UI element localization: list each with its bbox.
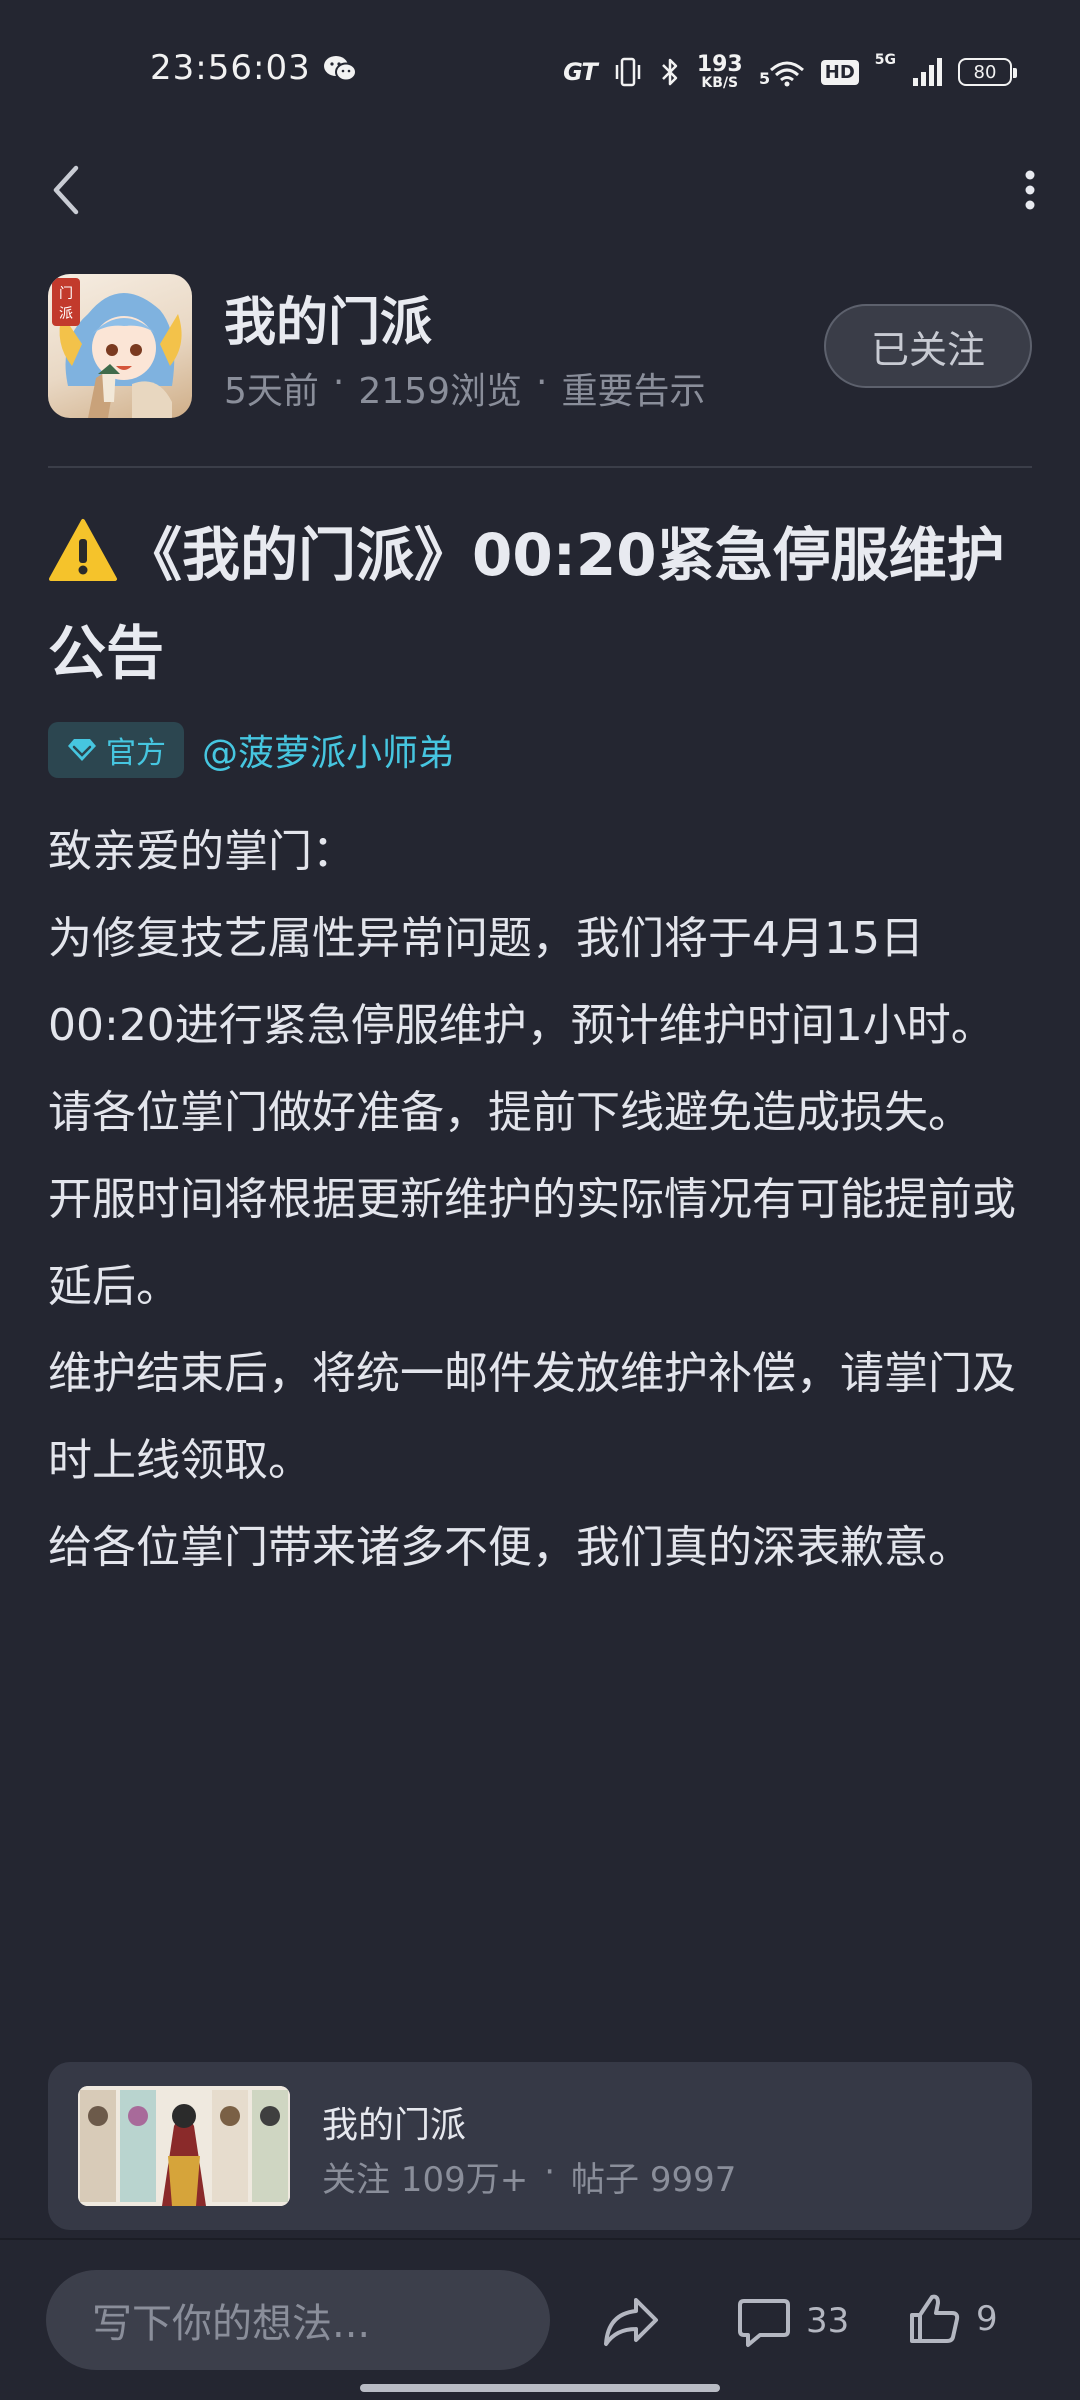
- post-time: 5天前: [224, 371, 319, 412]
- meta-separator: ·: [535, 362, 548, 403]
- body-paragraph: 开服时间将根据更新维护的实际情况有可能提前或延后。: [48, 1174, 1016, 1312]
- community-thumbnail: [78, 2086, 290, 2206]
- network-speed: 193 KB/S: [696, 52, 743, 91]
- gt-mode-label: GT: [563, 58, 598, 86]
- back-button[interactable]: [40, 160, 90, 220]
- more-button[interactable]: [1010, 160, 1050, 220]
- stats-separator: ·: [544, 2152, 556, 2192]
- share-button[interactable]: [600, 2290, 662, 2352]
- more-vertical-icon: [1025, 170, 1035, 210]
- status-time: 23:56:03: [150, 48, 311, 88]
- comment-count: 33: [806, 2301, 850, 2341]
- comment-icon: [738, 2299, 790, 2347]
- comment-input[interactable]: 写下你的想法...: [46, 2270, 550, 2370]
- warning-icon: [49, 519, 117, 581]
- post-title-text: 《我的门派》00:20紧急停服维护公告: [48, 521, 1005, 687]
- svg-text:5: 5: [759, 69, 770, 88]
- official-badge: 官方: [48, 722, 184, 778]
- svg-text:派: 派: [59, 306, 73, 322]
- diamond-icon: [68, 739, 96, 761]
- body-paragraph: 为修复技艺属性异常问题，我们将于4月15日00:20进行紧急停服维护，预计维护时…: [48, 913, 995, 1051]
- signal-icon: [913, 58, 942, 86]
- like-icon: [910, 2294, 960, 2343]
- svg-text:门: 门: [59, 286, 73, 302]
- post-title: 《我的门派》00:20紧急停服维护公告: [48, 506, 1032, 702]
- wifi-icon: 5: [759, 61, 804, 88]
- bottom-bar-divider: [0, 2238, 1080, 2240]
- screen: 23:56:03 GT 193 KB/S 5 HD 5G 80 门 派 我的门派…: [0, 0, 1080, 2400]
- community-stats: 关注 109万+ · 帖子 9997: [322, 2152, 736, 2201]
- view-count: 2159浏览: [358, 371, 522, 412]
- network-type: 5G: [874, 52, 896, 68]
- like-button[interactable]: 9: [906, 2284, 998, 2354]
- home-indicator[interactable]: [360, 2384, 720, 2392]
- official-label: 官方: [106, 736, 166, 771]
- body-paragraph: 维护结束后，将统一邮件发放维护补偿，请掌门及时上线领取。: [48, 1348, 1016, 1486]
- official-row: 官方 @菠萝派小师弟: [48, 722, 454, 778]
- share-icon: [604, 2298, 658, 2346]
- follow-button[interactable]: 已关注: [824, 304, 1032, 388]
- hd-badge: HD: [820, 59, 859, 85]
- community-followers: 关注 109万+: [322, 2160, 529, 2200]
- vibrate-icon: [615, 57, 641, 87]
- status-icons: GT 193 KB/S 5 HD 5G 80: [563, 50, 1017, 94]
- bluetooth-icon: [661, 58, 678, 86]
- divider: [48, 466, 1032, 468]
- author-name[interactable]: 我的门派: [224, 280, 432, 355]
- body-paragraph: 给各位掌门带来诸多不便，我们真的深表歉意。: [48, 1522, 972, 1573]
- post-body: 致亲爱的掌门： 为修复技艺属性异常问题，我们将于4月15日00:20进行紧急停服…: [48, 808, 1032, 1591]
- community-name: 我的门派: [322, 2105, 467, 2146]
- body-paragraph: 致亲爱的掌门：: [48, 826, 356, 877]
- back-icon: [53, 165, 79, 215]
- comment-button[interactable]: 33: [736, 2286, 849, 2356]
- mention-link[interactable]: @菠萝派小师弟: [202, 724, 454, 776]
- community-card[interactable]: 我的门派 关注 109万+ · 帖子 9997: [48, 2062, 1032, 2230]
- status-bar: 23:56:03 GT 193 KB/S 5 HD 5G 80: [0, 0, 1080, 140]
- avatar[interactable]: 门 派: [48, 274, 192, 418]
- author-row: 门 派 我的门派 5天前 · 2159浏览 · 重要告示 已关注: [48, 274, 1032, 420]
- avatar-illustration: 门 派: [52, 278, 182, 418]
- battery-icon: 80: [958, 58, 1017, 86]
- community-posts: 帖子 9997: [571, 2160, 737, 2200]
- like-count: 9: [976, 2299, 998, 2339]
- wechat-icon: [324, 56, 357, 82]
- body-paragraph: 请各位掌门做好准备，提前下线避免造成损失。: [48, 1087, 972, 1138]
- post-category: 重要告示: [561, 371, 706, 412]
- meta-separator: ·: [332, 362, 345, 403]
- author-meta: 5天前 · 2159浏览 · 重要告示: [224, 362, 705, 414]
